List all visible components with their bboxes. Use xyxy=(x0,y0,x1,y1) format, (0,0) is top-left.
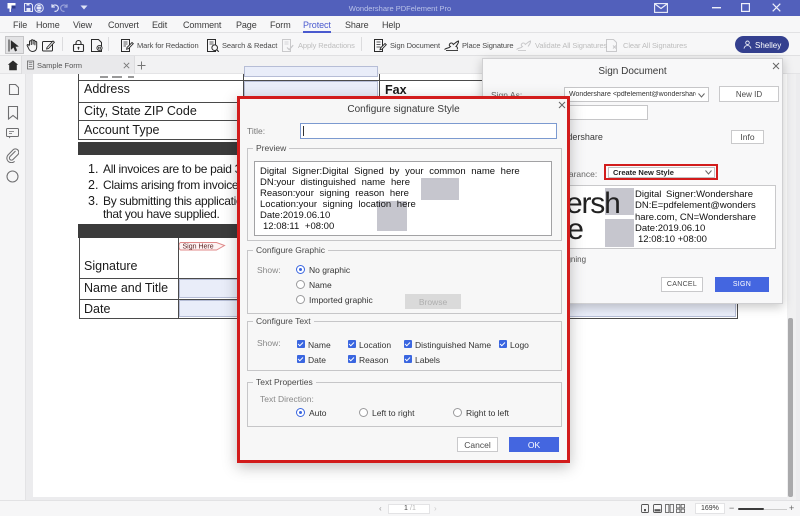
svg-text:Sign Here: Sign Here xyxy=(183,244,214,251)
